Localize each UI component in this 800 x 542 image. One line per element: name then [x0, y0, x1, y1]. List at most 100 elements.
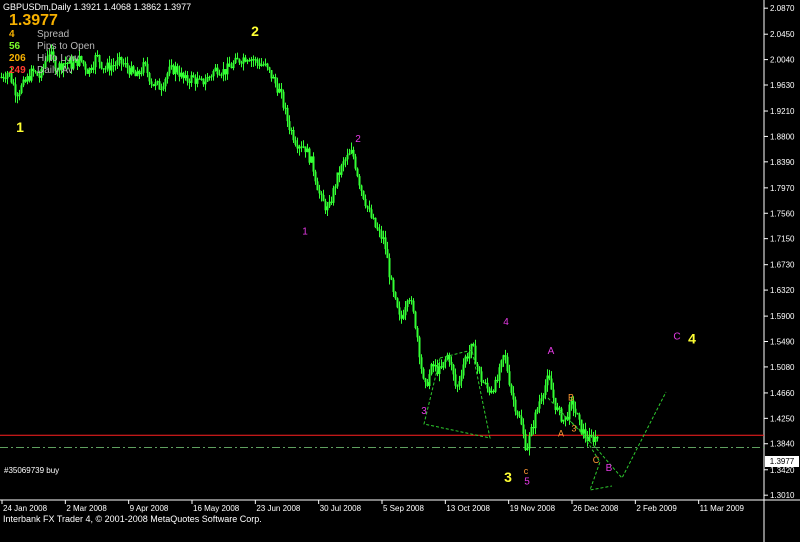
y-tick-label: 1.6730: [770, 261, 795, 270]
candle-body: [302, 146, 305, 148]
candle-body: [460, 375, 463, 382]
candle-body: [112, 65, 115, 67]
y-tick-label: 2.0040: [770, 56, 795, 65]
candle-body: [390, 277, 393, 280]
y-tick-label: 1.6320: [770, 286, 795, 295]
info-row-daily-av: 249 Daily Av: [9, 65, 73, 76]
candle-body: [324, 201, 327, 211]
candle-body: [130, 66, 133, 75]
candle-body: [380, 230, 383, 239]
candle-body: [416, 328, 419, 338]
candle-body: [178, 72, 181, 77]
candle-body: [232, 62, 235, 69]
candle-body: [422, 368, 425, 379]
candle-body: [480, 371, 483, 382]
candle-body: [428, 374, 431, 386]
candle-body: [396, 298, 399, 308]
candle-body: [116, 60, 119, 65]
candle-body: [512, 392, 515, 400]
x-tick-label: 11 Mar 2009: [700, 504, 745, 513]
x-tick-label: 30 Jul 2008: [320, 504, 362, 513]
candle-body: [244, 57, 247, 62]
candle-body: [208, 76, 211, 78]
candle-body: [164, 78, 167, 87]
candle-body: [474, 345, 477, 365]
candle-body: [266, 63, 269, 68]
candle-body: [100, 62, 103, 69]
candle-body: [518, 414, 521, 417]
candle-body: [590, 434, 593, 437]
candle-body: [382, 237, 385, 239]
candle-body: [228, 63, 231, 67]
wave-label: 1: [16, 119, 24, 135]
candle-body: [114, 64, 117, 66]
candle-body: [296, 144, 299, 149]
x-tick-label: 5 Sep 2008: [383, 504, 424, 513]
candle-body: [110, 65, 113, 71]
candle-body: [354, 156, 357, 169]
candle-body: [150, 81, 153, 85]
candle-body: [136, 70, 139, 77]
candle-body: [120, 57, 123, 64]
candle-body: [104, 68, 107, 70]
copyright-text: Interbank FX Trader 4, © 2001-2008 MetaQ…: [3, 514, 262, 524]
y-tick-label: 2.0450: [770, 30, 795, 39]
candle-body: [362, 190, 365, 199]
candle-body: [388, 258, 391, 278]
candle-body: [490, 390, 493, 393]
candle-body: [418, 337, 421, 358]
wave-label: 3: [571, 423, 576, 433]
candle-body: [330, 201, 333, 203]
candle-body: [540, 398, 543, 402]
candle-body: [408, 300, 411, 302]
candle-body: [558, 407, 561, 409]
candle-body: [152, 84, 155, 87]
x-tick-label: 2 Mar 2008: [66, 504, 107, 513]
candle-body: [230, 66, 233, 69]
candle-body: [538, 401, 541, 409]
candle-body: [218, 74, 221, 76]
candle-body: [274, 76, 277, 84]
candle-body: [2, 76, 5, 79]
candle-body: [160, 89, 163, 91]
candle-body: [308, 148, 311, 163]
candle-body: [492, 390, 495, 392]
candle-body: [292, 130, 295, 141]
candle-body: [336, 172, 339, 187]
candle-body: [342, 161, 345, 166]
candle-body: [526, 448, 529, 450]
candle-body: [268, 67, 271, 71]
candle-body: [22, 79, 25, 86]
candle-body: [4, 78, 7, 80]
candle-body: [392, 279, 395, 293]
candle-body: [142, 62, 145, 73]
candle-body: [420, 357, 423, 369]
candle-body: [536, 408, 539, 413]
candle-body: [134, 72, 137, 77]
y-tick-label: 1.4250: [770, 414, 795, 423]
order-line-label[interactable]: #35069739 buy: [4, 466, 59, 475]
candle-body: [384, 237, 387, 250]
y-tick-label: 1.3840: [770, 440, 795, 449]
candle-body: [434, 365, 437, 367]
candle-body: [12, 82, 15, 85]
x-tick-label: 24 Jan 2008: [3, 504, 48, 513]
candle-body: [578, 414, 581, 420]
candle-body: [312, 156, 315, 172]
candle-body: [156, 81, 159, 83]
x-tick-label: 23 Jun 2008: [256, 504, 301, 513]
candle-body: [360, 185, 363, 191]
candle-body: [344, 159, 347, 162]
candle-body: [468, 352, 471, 359]
info-label: Daily Av: [37, 65, 73, 76]
candle-body: [206, 77, 209, 82]
wave-label: 2: [251, 23, 259, 39]
candle-body: [372, 217, 375, 219]
candle-body: [226, 63, 229, 75]
candle-body: [286, 107, 289, 122]
symbol-header: GBPUSDm,Daily 1.3921 1.4068 1.3862 1.397…: [3, 2, 192, 12]
candle-body: [220, 74, 223, 76]
candle-body: [262, 64, 265, 66]
candle-body: [14, 84, 17, 96]
y-tick-label: 1.5900: [770, 312, 795, 321]
